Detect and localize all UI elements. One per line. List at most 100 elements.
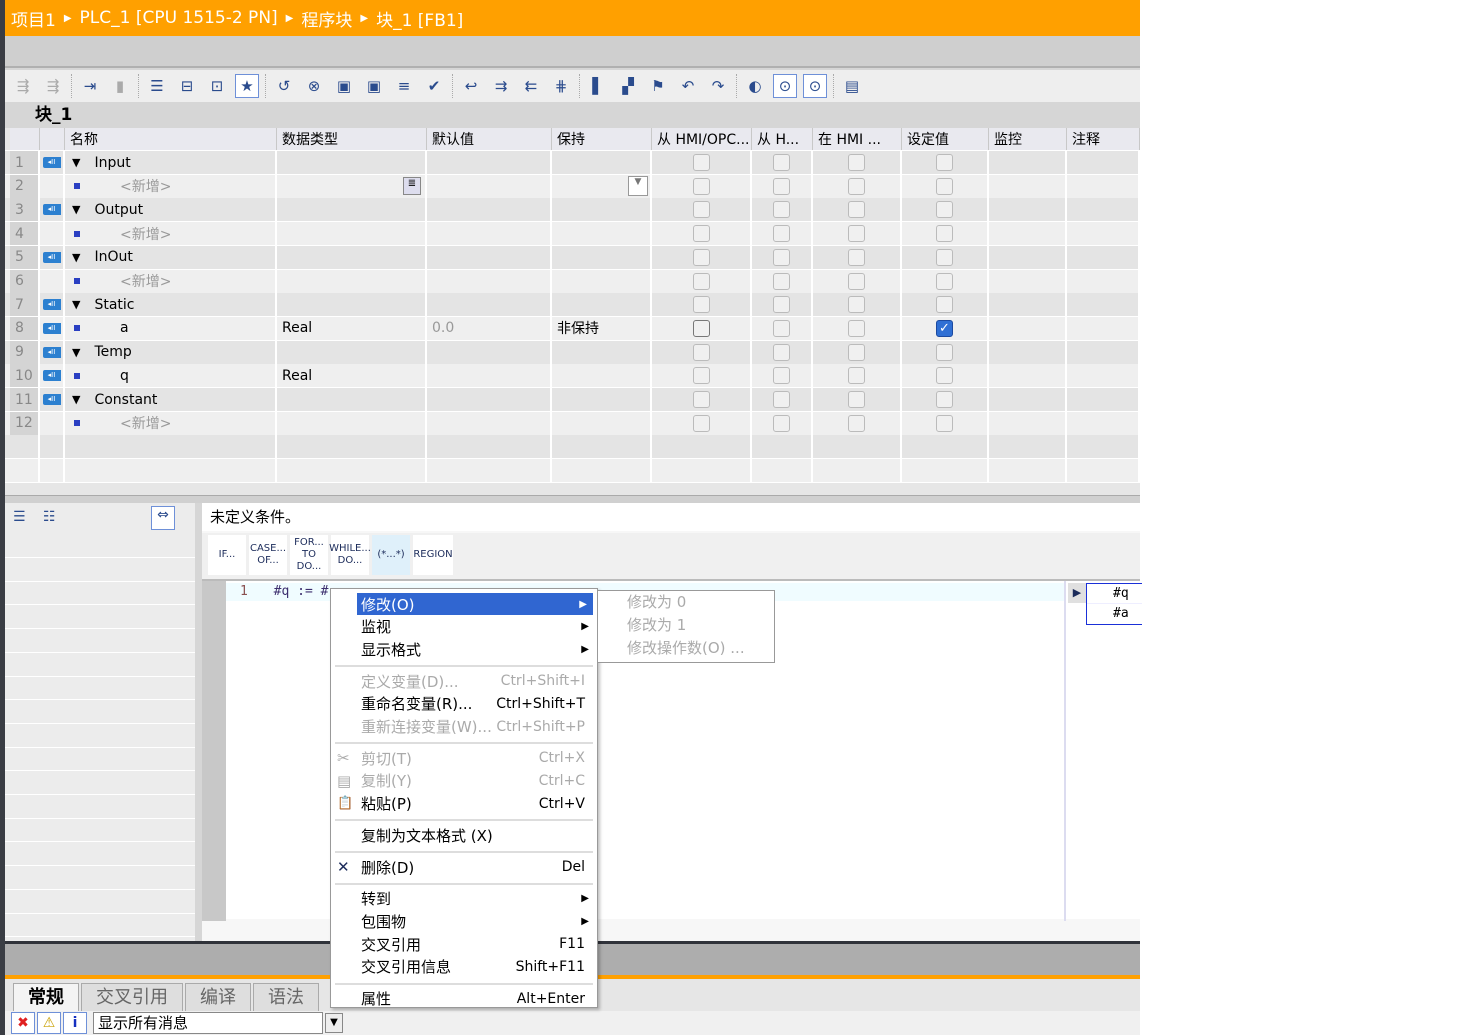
menu-item[interactable]: 转到 ▶	[333, 888, 595, 910]
hmi-visible-checkbox[interactable]	[848, 154, 865, 171]
setpoint-checkbox[interactable]	[936, 272, 953, 290]
indent-icon[interactable]: ☰	[13, 509, 26, 525]
snippet-button[interactable]: IF...	[208, 535, 246, 575]
bookmark-remove-icon[interactable]: ▞	[616, 74, 640, 98]
column-header[interactable]: 在 HMI ...	[813, 128, 902, 150]
snippet-button[interactable]: REGION	[413, 535, 453, 575]
hmi-writable-checkbox[interactable]	[773, 414, 790, 432]
setpoint-checkbox[interactable]	[936, 296, 953, 314]
hmi-accessible-checkbox[interactable]	[692, 154, 710, 171]
hmi-visible-checkbox[interactable]	[848, 343, 865, 361]
hmi-accessible-checkbox[interactable]	[692, 414, 710, 432]
bookmark-icon[interactable]: ▌	[586, 74, 610, 98]
collapse-triangle-icon[interactable]: ▼	[72, 156, 80, 169]
favorites-icon[interactable]: ★	[235, 74, 259, 98]
splitter[interactable]	[5, 495, 1140, 503]
hmi-visible-checkbox[interactable]	[848, 391, 865, 408]
menu-item[interactable]: 定义变量(D)... Ctrl+Shift+I	[333, 670, 595, 692]
menu-item[interactable]: 监视 ▶	[333, 616, 595, 638]
hmi-writable-checkbox[interactable]	[773, 319, 790, 337]
list-icon[interactable]: ☷	[43, 509, 56, 525]
tree-row[interactable]	[5, 891, 195, 914]
breadcrumb-item[interactable]: 程序块	[301, 6, 352, 31]
warning-filter-icon[interactable]: ⚠	[37, 1012, 61, 1034]
bookmark-next-icon[interactable]: ↷	[706, 74, 730, 98]
submenu-item[interactable]: 修改为 0	[598, 591, 774, 614]
variable-name[interactable]: a	[120, 320, 129, 336]
hmi-accessible-checkbox[interactable]	[692, 225, 710, 243]
reset-icon[interactable]: ▮	[108, 74, 132, 98]
snippet-button[interactable]: (*...*)	[372, 535, 410, 575]
hmi-writable-checkbox[interactable]	[773, 367, 790, 385]
submenu-item[interactable]: 修改操作数(O) ...	[598, 637, 774, 660]
hmi-accessible-checkbox[interactable]	[692, 343, 710, 361]
setpoint-checkbox[interactable]: ✓	[936, 319, 953, 337]
chevron-down-icon[interactable]: ▼	[628, 176, 648, 197]
export-icon[interactable]: ⇥	[78, 74, 102, 98]
variable-name[interactable]: <新增>	[120, 413, 171, 433]
setpoint-checkbox[interactable]	[936, 154, 953, 171]
snippet-button[interactable]: CASE... OF...	[249, 535, 287, 575]
block2-icon[interactable]: ▣	[362, 74, 386, 98]
menu-item[interactable]: ✂ 剪切(T) Ctrl+X	[333, 747, 595, 769]
autocomplete-list[interactable]: #q #a	[1086, 583, 1142, 625]
hmi-writable-checkbox[interactable]	[773, 248, 790, 266]
table-row[interactable]	[5, 435, 1140, 460]
column-header[interactable]	[10, 128, 40, 150]
hmi-visible-checkbox[interactable]	[848, 248, 865, 266]
tree-row[interactable]	[5, 582, 195, 606]
setpoint-checkbox[interactable]	[936, 414, 953, 432]
expand-icon[interactable]: ▶	[1068, 583, 1086, 603]
column-header[interactable]	[40, 128, 65, 150]
menu-item[interactable]: 复制为文本格式 (X)	[333, 824, 595, 846]
table-row[interactable]: 2 <新增> ≣ ▼	[5, 174, 1140, 199]
hmi-writable-checkbox[interactable]	[773, 272, 790, 290]
hmi-visible-checkbox[interactable]	[848, 296, 865, 314]
indent-icon[interactable]: ☰	[145, 74, 169, 98]
inspector-tab[interactable]: 常规	[13, 983, 79, 1011]
table-row[interactable]: 3 ◂II ▼ Output	[5, 198, 1140, 223]
type-picker-icon[interactable]: ≣	[403, 177, 421, 196]
column-header[interactable]: 设定值	[902, 128, 989, 150]
goto-icon[interactable]: ↩	[459, 74, 483, 98]
collapse-triangle-icon[interactable]: ▼	[72, 251, 80, 264]
menu-item[interactable]: 📋 粘贴(P) Ctrl+V	[333, 793, 595, 815]
glasses2-icon[interactable]: ⊙	[803, 74, 827, 98]
align-icon[interactable]: ⋕	[549, 74, 573, 98]
breadcrumb-item[interactable]: PLC_1 [CPU 1515-2 PN]	[80, 8, 278, 28]
menu-item[interactable]: ✕ 删除(D) Del	[333, 856, 595, 878]
delete-network-icon[interactable]: ↺	[272, 74, 296, 98]
table-row[interactable]: 9 ◂II ▼ Temp	[5, 340, 1140, 365]
hmi-accessible-checkbox[interactable]	[692, 319, 710, 337]
table-row[interactable]: 5 ◂II ▼ InOut	[5, 245, 1140, 270]
hmi-writable-checkbox[interactable]	[773, 343, 790, 361]
autocomplete-item[interactable]: #q	[1087, 584, 1142, 604]
hmi-visible-checkbox[interactable]	[848, 201, 865, 219]
error-filter-icon[interactable]: ✖	[11, 1012, 35, 1034]
hmi-visible-checkbox[interactable]	[848, 177, 865, 195]
add-row-icon[interactable]: ⇶	[41, 74, 65, 98]
menu-item[interactable]: 修改(O) ▶	[357, 593, 593, 615]
tree-row[interactable]	[5, 819, 195, 843]
hmi-accessible-checkbox[interactable]	[692, 177, 710, 195]
block-icon[interactable]: ▣	[332, 74, 356, 98]
setpoint-checkbox[interactable]	[936, 177, 953, 195]
tree-row[interactable]	[5, 843, 195, 867]
tree-row[interactable]	[5, 914, 195, 938]
monitor-icon[interactable]: ◐	[743, 74, 767, 98]
table-row[interactable]: 1 ◂II ▼ Input	[5, 151, 1140, 175]
tree-row[interactable]	[5, 677, 195, 701]
tree-row[interactable]	[5, 725, 195, 748]
table-row[interactable]: 10 ◂II q Real	[5, 364, 1140, 389]
collapse-triangle-icon[interactable]: ▼	[72, 298, 80, 311]
comment-icon[interactable]: ⊡	[205, 74, 229, 98]
collapse-triangle-icon[interactable]: ▼	[72, 346, 80, 359]
setpoint-checkbox[interactable]	[936, 248, 953, 266]
hmi-accessible-checkbox[interactable]	[692, 296, 710, 314]
column-header[interactable]: 从 H...	[752, 128, 813, 150]
variable-name[interactable]: <新增>	[120, 176, 171, 196]
check-icon[interactable]: ✔	[422, 74, 446, 98]
table-row[interactable]: 12 <新增>	[5, 411, 1140, 436]
hmi-writable-checkbox[interactable]	[773, 296, 790, 314]
delete-icon[interactable]: ⊗	[302, 74, 326, 98]
